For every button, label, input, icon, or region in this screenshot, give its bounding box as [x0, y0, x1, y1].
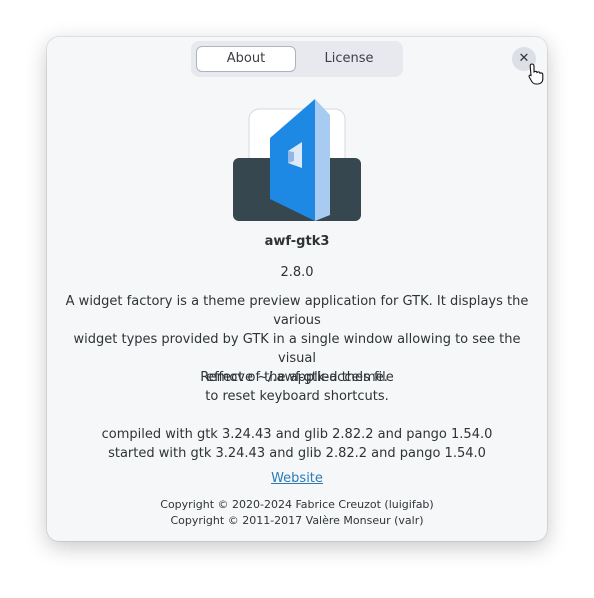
app-version: 2.8.0	[280, 265, 314, 280]
tab-license[interactable]: License	[300, 46, 398, 72]
copyright-line: Copyright © 2011-2017 Valère Monseur (va…	[170, 514, 424, 527]
awf-gtk3-app-icon	[233, 99, 361, 221]
view-switcher: About License	[191, 41, 403, 77]
app-name: awf-gtk3	[264, 234, 330, 249]
website-row: Website	[47, 471, 547, 486]
note-line: to reset keyboard shortcuts.	[205, 389, 389, 404]
about-dialog: About License ✕ awf-gtk3 2.8.0 A widget …	[47, 37, 547, 541]
description-line: A widget factory is a theme preview appl…	[65, 294, 529, 328]
mouse-pointer-icon	[528, 63, 544, 85]
note-line: Remove ~/.awf-gtk-accels file	[200, 370, 394, 385]
tab-about[interactable]: About	[196, 46, 296, 72]
library-versions: compiled with gtk 3.24.43 and glib 2.82.…	[47, 425, 547, 463]
compiled-with-line: compiled with gtk 3.24.43 and glib 2.82.…	[101, 427, 493, 442]
copyright: Copyright © 2020-2024 Fabrice Creuzot (l…	[47, 497, 547, 529]
description-line: widget types provided by GTK in a single…	[73, 332, 521, 366]
shortcut-note: Remove ~/.awf-gtk-accels file to reset k…	[47, 368, 547, 406]
started-with-line: started with gtk 3.24.43 and glib 2.82.2…	[108, 446, 486, 461]
copyright-line: Copyright © 2020-2024 Fabrice Creuzot (l…	[160, 498, 434, 511]
website-link[interactable]: Website	[271, 471, 323, 486]
